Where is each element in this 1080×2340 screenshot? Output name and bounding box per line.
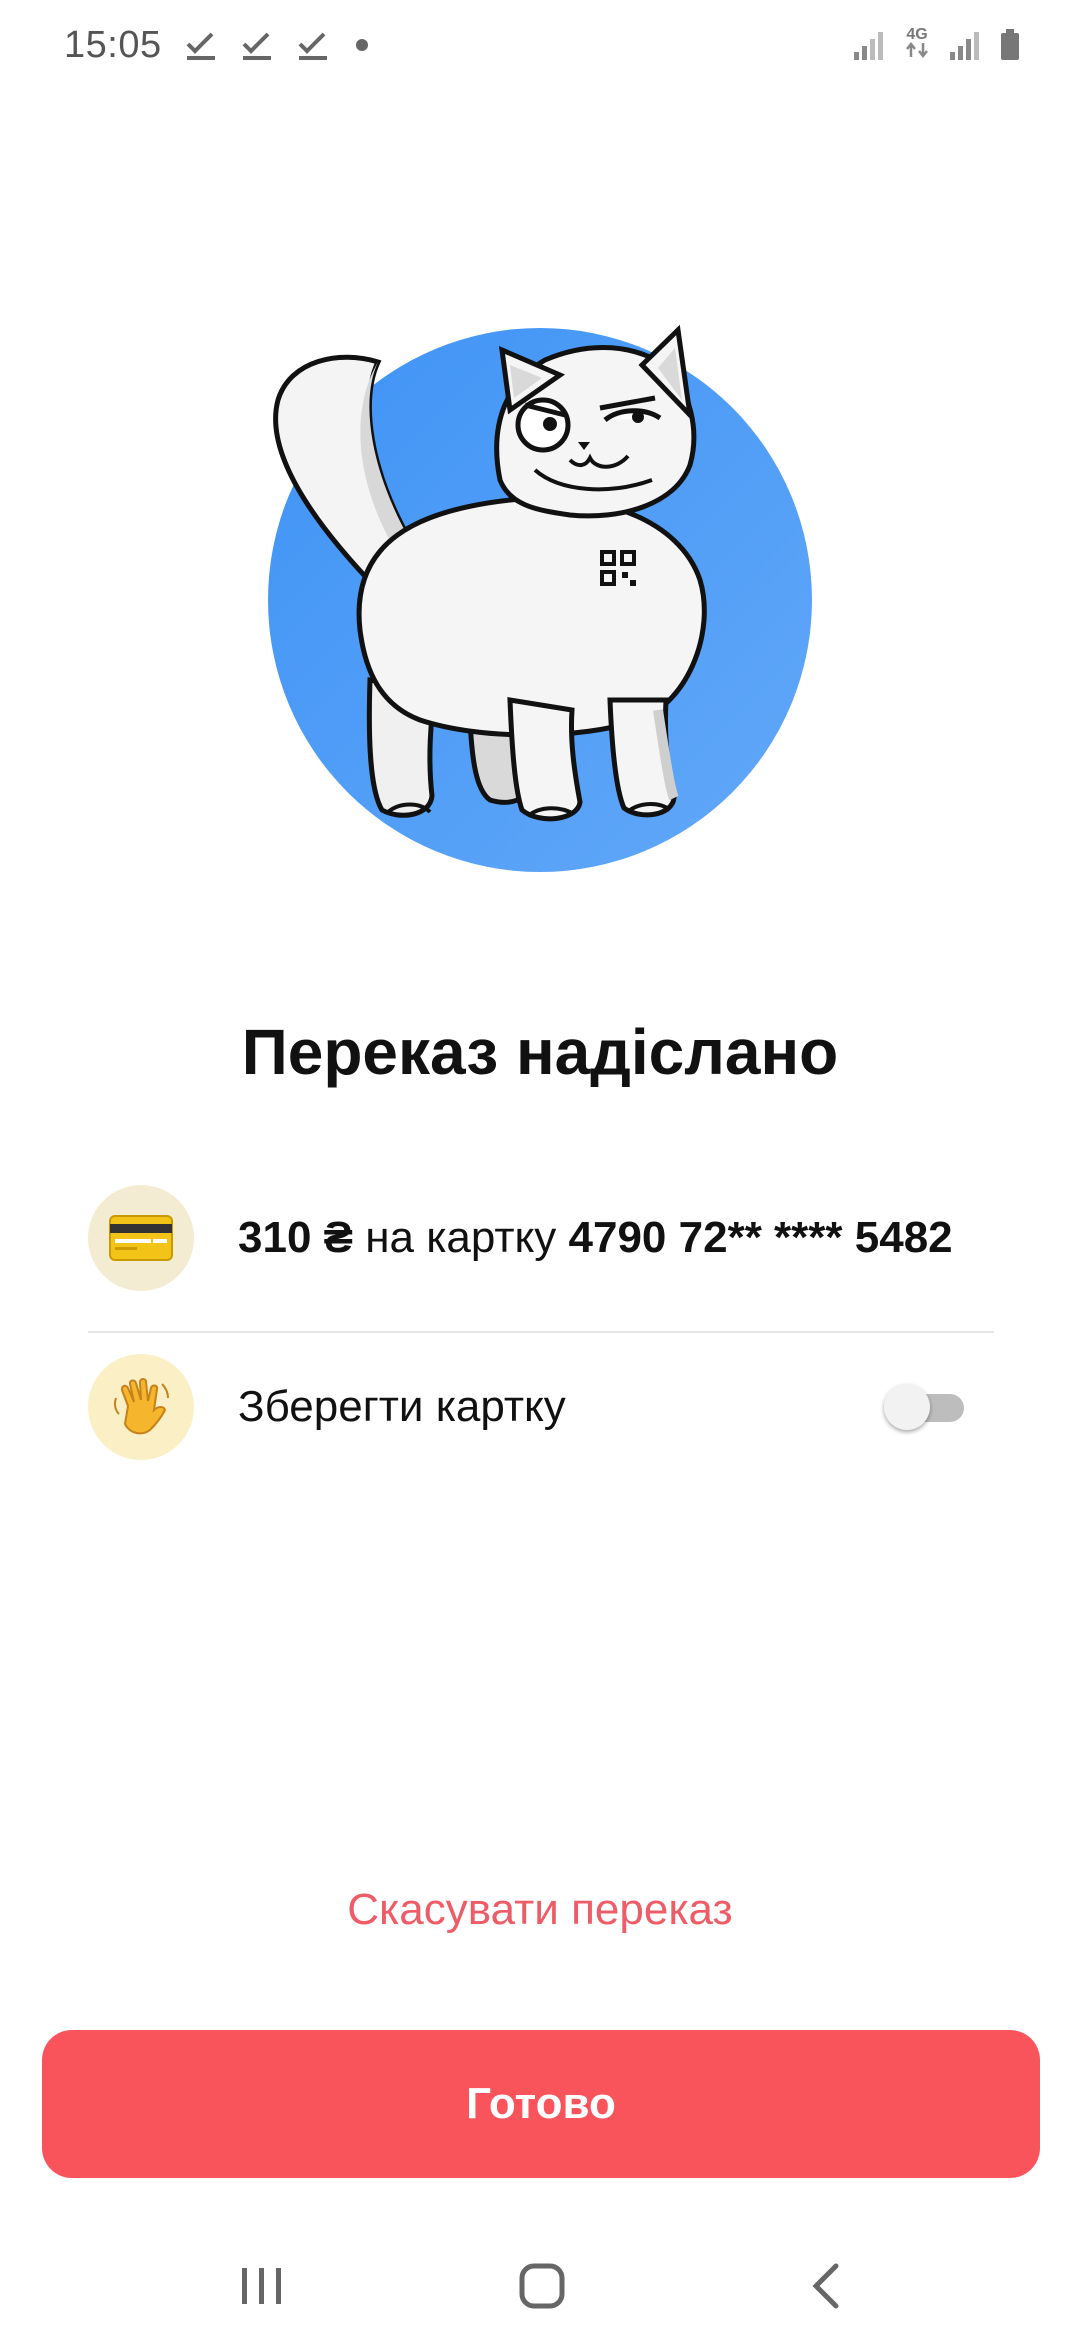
navigation-bar bbox=[0, 2230, 1080, 2340]
recent-apps-icon[interactable] bbox=[232, 2258, 292, 2314]
status-bar: 15:05 4G bbox=[0, 0, 1080, 90]
transfer-amount: 310 ₴ bbox=[238, 1213, 353, 1262]
signal-icon bbox=[854, 32, 883, 60]
transfer-success-screen: 15:05 4G Переказ надіслано 310 ₴ на карт… bbox=[0, 0, 1080, 2340]
credit-card-icon bbox=[88, 1185, 194, 1291]
save-card-toggle[interactable] bbox=[884, 1384, 964, 1430]
notification-dot-icon bbox=[355, 39, 368, 51]
signal-icon bbox=[950, 32, 979, 60]
check-icon bbox=[242, 32, 271, 60]
network-type-indicator: 4G bbox=[904, 27, 930, 63]
transfer-info-row: 310 ₴ на картку 4790 72** **** 5482 bbox=[88, 1183, 994, 1293]
cancel-transfer-link[interactable]: Скасувати переказ bbox=[0, 1885, 1080, 1935]
done-button[interactable]: Готово bbox=[42, 2030, 1040, 2178]
battery-icon bbox=[1001, 29, 1019, 60]
status-time: 15:05 bbox=[64, 23, 162, 66]
home-icon[interactable] bbox=[512, 2258, 572, 2314]
cat-illustration bbox=[268, 324, 812, 872]
divider bbox=[88, 1331, 994, 1333]
save-card-row[interactable]: Зберегти картку bbox=[88, 1352, 994, 1462]
back-icon[interactable] bbox=[798, 2258, 858, 2314]
card-number: 4790 72** **** 5482 bbox=[568, 1213, 953, 1262]
waving-hand-icon bbox=[88, 1354, 194, 1460]
page-title: Переказ надіслано bbox=[241, 1016, 839, 1088]
check-icon bbox=[298, 32, 327, 60]
transfer-preposition: на картку bbox=[352, 1213, 569, 1262]
check-icon bbox=[186, 32, 215, 60]
data-arrows-icon bbox=[906, 41, 928, 59]
save-card-label: Зберегти картку bbox=[238, 1382, 566, 1431]
toggle-knob bbox=[884, 1384, 930, 1430]
